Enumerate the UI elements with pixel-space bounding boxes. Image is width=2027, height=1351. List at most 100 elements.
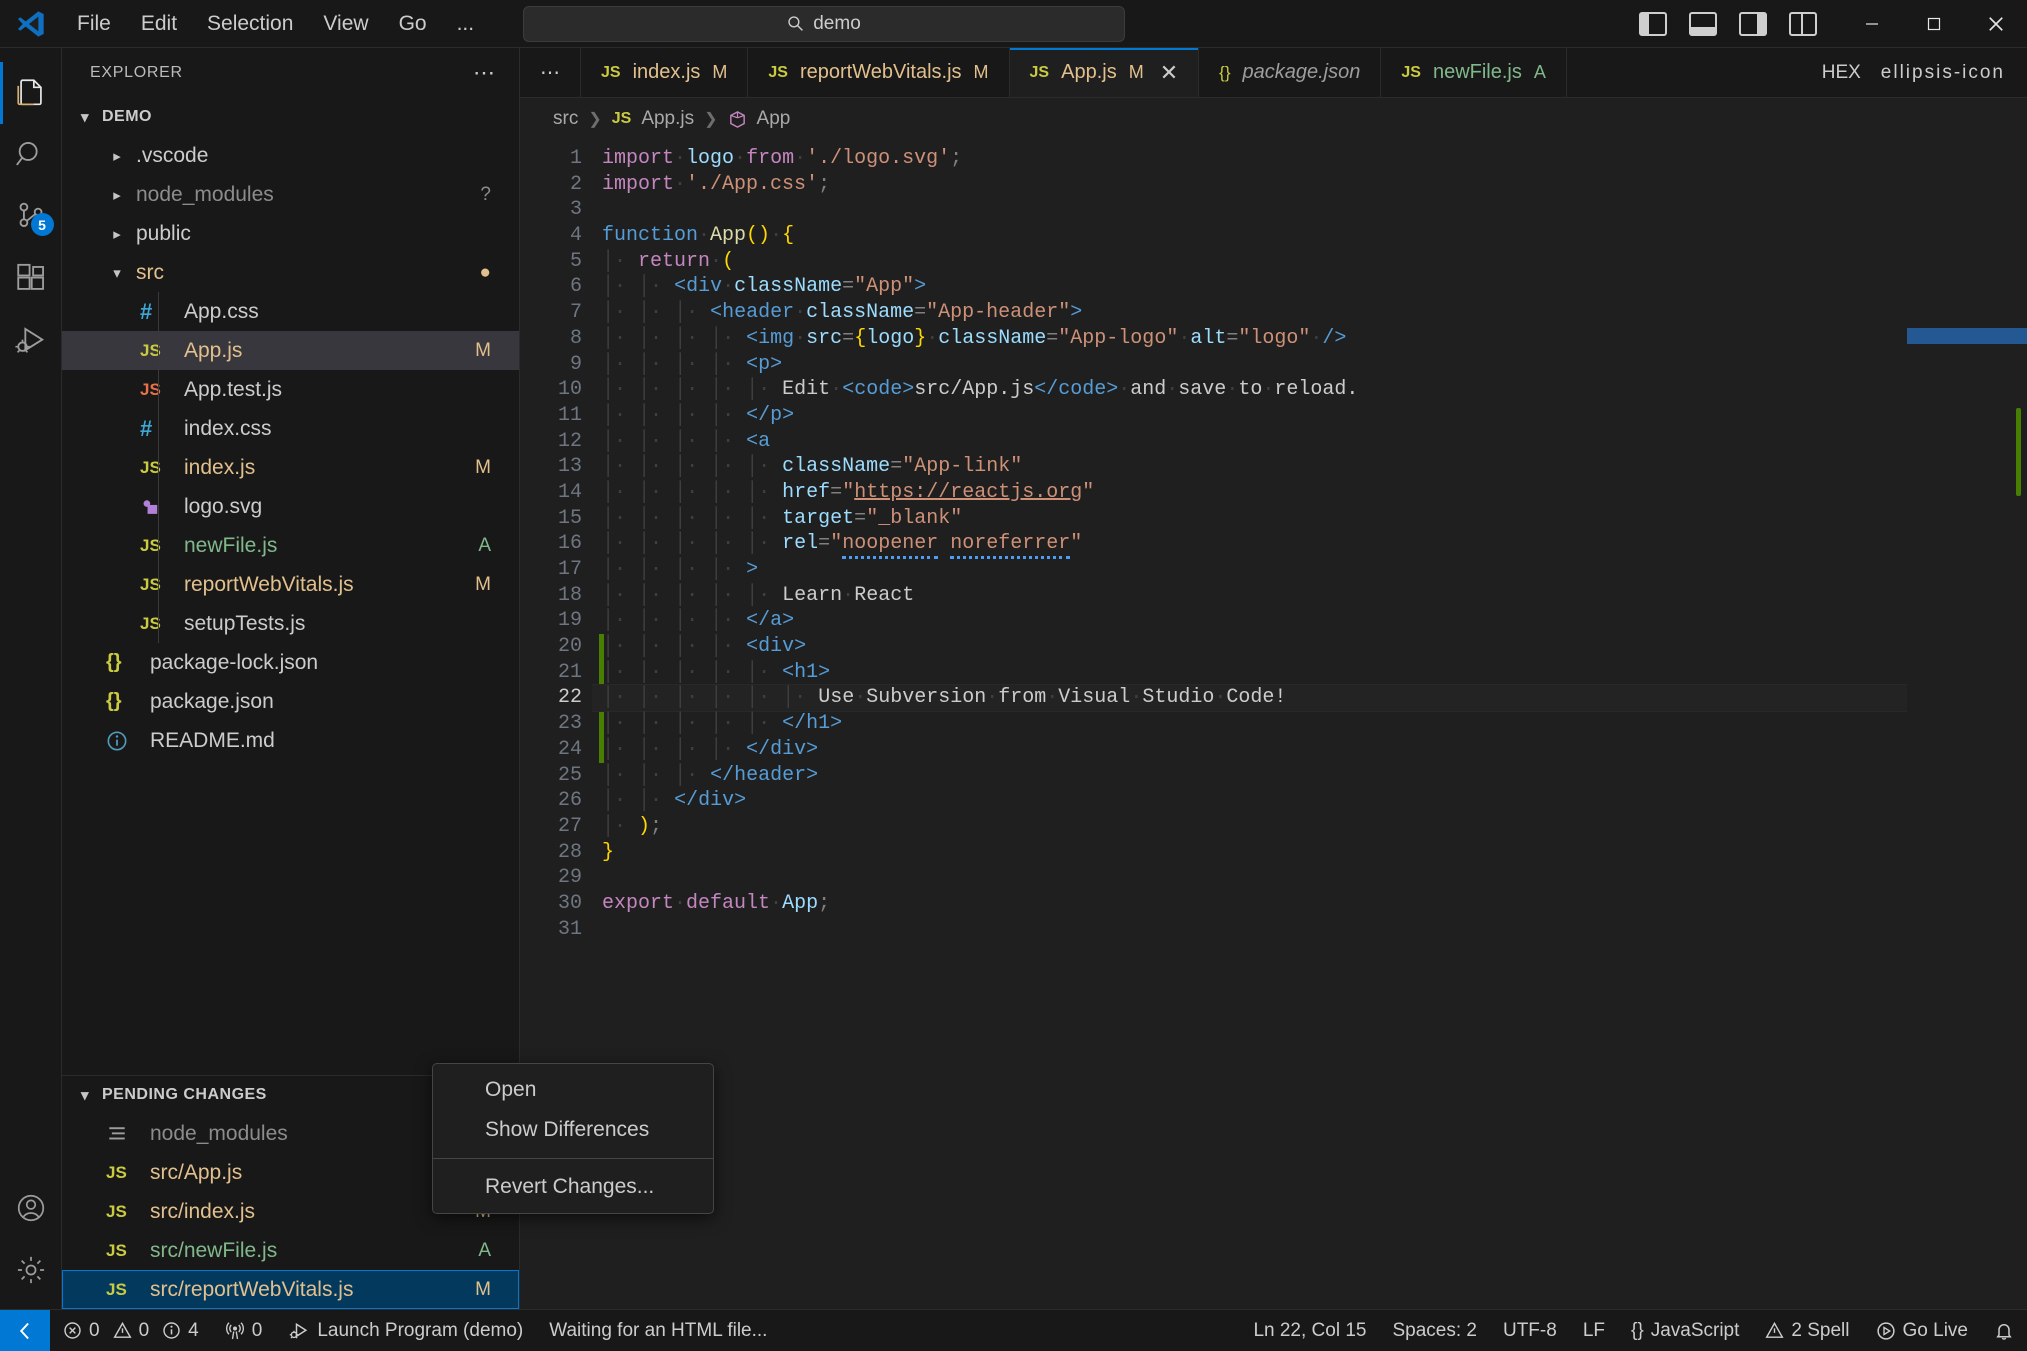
editor-tab-status: A: [1533, 62, 1546, 82]
info-icon: [162, 1321, 181, 1340]
command-center-search[interactable]: demo: [523, 5, 1125, 42]
file-tree-item[interactable]: JS index.js M: [62, 448, 519, 487]
sidebar-title-label: EXPLORER: [90, 64, 183, 81]
pending-change-item[interactable]: JS src/newFile.js A: [62, 1231, 519, 1270]
activity-extensions[interactable]: [0, 248, 62, 310]
file-tree-item[interactable]: ▸ public: [62, 214, 519, 253]
tab-overflow-button[interactable]: ⋯: [520, 48, 581, 97]
editor-tab[interactable]: JS index.js M: [581, 48, 749, 97]
toggle-primary-sidebar-icon[interactable]: [1639, 11, 1667, 36]
line-number: 25: [557, 763, 582, 787]
status-notifications[interactable]: [1981, 1310, 2027, 1351]
chevron-right-icon: ❯: [704, 111, 718, 128]
indent-guide: [158, 565, 159, 604]
file-tree-item[interactable]: JS newFile.js A: [62, 526, 519, 565]
activity-accounts[interactable]: [0, 1177, 62, 1239]
status-eol[interactable]: LF: [1570, 1310, 1618, 1351]
minimap[interactable]: [1907, 140, 2027, 1309]
context-menu-item-open[interactable]: Open: [433, 1070, 713, 1110]
file-tree-item[interactable]: JS App.test.js: [62, 370, 519, 409]
breadcrumb-part-src[interactable]: src: [553, 108, 578, 130]
file-tree-item[interactable]: # index.css: [62, 409, 519, 448]
editor-tab[interactable]: JS newFile.js A: [1381, 48, 1567, 97]
file-tree-item[interactable]: ▾ src ●: [62, 253, 519, 292]
code-line: │· │· │· │· <img·src={logo}·className="A…: [602, 326, 1347, 350]
activity-explorer[interactable]: [0, 62, 62, 124]
status-go-live[interactable]: Go Live: [1863, 1310, 1981, 1351]
context-menu-item-revert-changes[interactable]: Revert Changes...: [433, 1167, 713, 1207]
menu-go[interactable]: Go: [384, 7, 442, 41]
breadcrumb-part-symbol[interactable]: App: [757, 108, 791, 130]
menu-more-icon[interactable]: ...: [442, 7, 490, 41]
pending-change-label: src/reportWebVitals.js: [150, 1277, 354, 1301]
remote-window-icon: [19, 1322, 29, 1339]
file-tree-item[interactable]: {} package-lock.json: [62, 643, 519, 682]
customize-layout-icon[interactable]: [1789, 11, 1817, 36]
pending-change-label: node_modules: [150, 1121, 288, 1145]
status-problems[interactable]: 0 0 4: [50, 1310, 212, 1351]
code-content[interactable]: import·logo·from·'./logo.svg'; import·'./…: [592, 140, 1907, 1309]
file-tree-item[interactable]: ▸ node_modules?: [62, 175, 519, 214]
activity-manage[interactable]: [0, 1239, 62, 1301]
file-tree-item[interactable]: JS App.js M: [62, 331, 519, 370]
file-status-badge: A: [478, 534, 491, 556]
hex-editor-button[interactable]: HEX: [1822, 62, 1861, 84]
toggle-secondary-sidebar-icon[interactable]: [1739, 11, 1767, 36]
js-icon: JS: [140, 340, 161, 360]
json-icon: {}: [106, 651, 122, 673]
status-launch-program[interactable]: Launch Program (demo): [275, 1310, 536, 1351]
gear-icon: [17, 1256, 44, 1284]
explorer-section-demo[interactable]: ▾ DEMO: [62, 98, 519, 136]
status-spell-checker[interactable]: 2 Spell: [1752, 1310, 1862, 1351]
activity-search[interactable]: [0, 124, 62, 186]
file-tree-item-label: logo.svg: [184, 494, 263, 518]
window-close-button[interactable]: [1965, 0, 2027, 48]
code-editor[interactable]: 1 2 3 4 5 6 7 8 9 10 11 12 13 14 15 16 17 18 19 20 21 22 23 24 2…: [520, 140, 2027, 1309]
activity-source-control[interactable]: 5: [0, 186, 62, 248]
editor-more-actions-icon[interactable]: ellipsis-icon: [1881, 62, 2005, 84]
window-minimize-button[interactable]: [1841, 0, 1903, 48]
editor-tab[interactable]: JS reportWebVitals.js M: [748, 48, 1010, 97]
status-ports[interactable]: 0: [212, 1310, 276, 1351]
file-tree-item[interactable]: README.md: [62, 721, 519, 760]
pending-change-item[interactable]: JS src/reportWebVitals.js M: [62, 1270, 519, 1309]
file-tree-item[interactable]: ▸ .vscode: [62, 136, 519, 175]
status-encoding[interactable]: UTF-8: [1490, 1310, 1570, 1351]
file-status-badge: M: [475, 573, 491, 595]
menu-file[interactable]: File: [62, 7, 126, 41]
code-line: │· │· </div>: [602, 789, 747, 813]
run-debug-icon: [14, 327, 44, 353]
css-icon: #: [140, 415, 153, 441]
menu-view[interactable]: View: [308, 7, 383, 41]
ellipsis-icon[interactable]: ⋯: [473, 60, 497, 86]
file-tree-item[interactable]: JS setupTests.js: [62, 604, 519, 643]
context-menu[interactable]: Open Show Differences Revert Changes...: [432, 1063, 714, 1214]
file-tree-item[interactable]: JS reportWebVitals.js M: [62, 565, 519, 604]
editor-tab[interactable]: {} package.json: [1199, 48, 1382, 97]
js-icon: JS: [106, 1279, 127, 1299]
ports-count: 0: [251, 1319, 263, 1341]
breadcrumb-part-file[interactable]: App.js: [641, 108, 694, 130]
activity-run-and-debug[interactable]: [0, 310, 62, 372]
line-number: 18: [557, 583, 582, 607]
window-maximize-button[interactable]: [1903, 0, 1965, 48]
remote-window-indicator[interactable]: [0, 1309, 50, 1351]
file-tree-item-label: src: [136, 260, 164, 284]
file-tree-item[interactable]: logo.svg: [62, 487, 519, 526]
line-number: 4: [569, 224, 582, 248]
menu-edit[interactable]: Edit: [126, 7, 192, 41]
svg-icon: [140, 496, 174, 518]
toggle-panel-icon[interactable]: [1689, 11, 1717, 36]
status-language-mode[interactable]: {} JavaScript: [1618, 1310, 1752, 1351]
status-live-preview[interactable]: Waiting for an HTML file...: [536, 1310, 780, 1351]
close-icon[interactable]: ✕: [1160, 60, 1178, 86]
file-tree-item[interactable]: # App.css: [62, 292, 519, 331]
status-indentation[interactable]: Spaces: 2: [1379, 1310, 1490, 1351]
pending-change-label: src/App.js: [150, 1160, 243, 1184]
indent-guide: [158, 604, 159, 643]
menu-selection[interactable]: Selection: [192, 7, 308, 41]
context-menu-item-show-differences[interactable]: Show Differences: [433, 1110, 713, 1150]
file-tree-item[interactable]: {} package.json: [62, 682, 519, 721]
editor-tab[interactable]: JS App.js M ✕: [1009, 48, 1200, 97]
status-cursor-position[interactable]: Ln 22, Col 15: [1240, 1310, 1379, 1351]
